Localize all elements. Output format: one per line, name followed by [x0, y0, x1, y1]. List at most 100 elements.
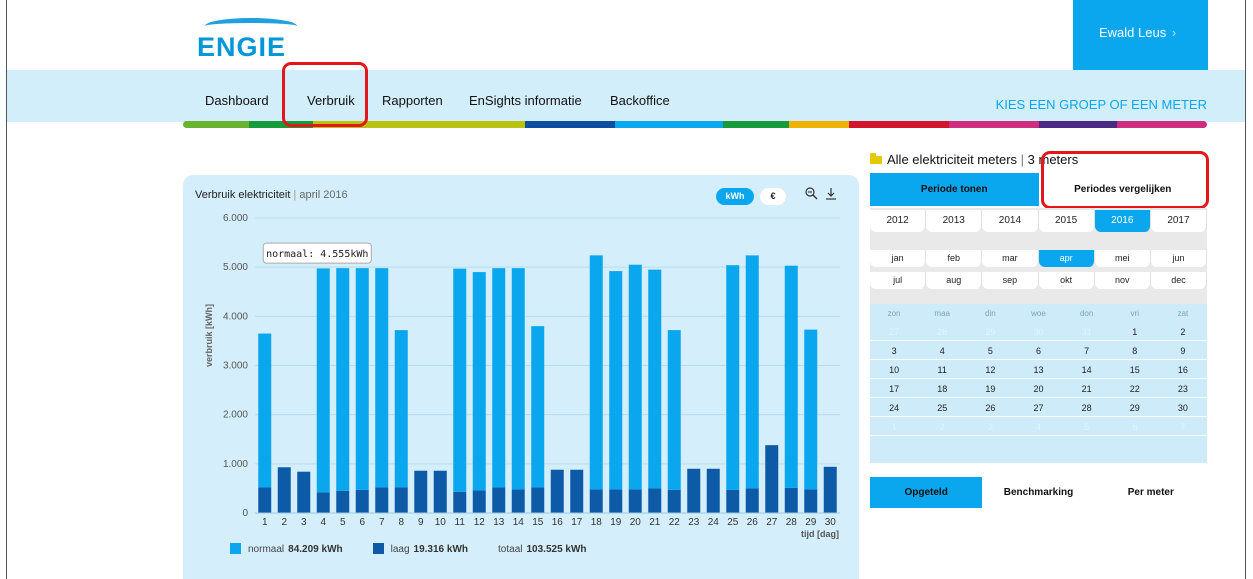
day-cell[interactable]: 4 — [918, 342, 967, 360]
bar-laag-day-15 — [531, 487, 545, 513]
year-option-2017[interactable]: 2017 — [1150, 210, 1208, 232]
day-cell[interactable]: 9 — [1158, 342, 1207, 360]
x-tick-label: 8 — [398, 517, 404, 528]
main-navigation: Dashboard Verbruik Rapporten EnSights in… — [7, 70, 1245, 122]
year-option-2015[interactable]: 2015 — [1038, 210, 1095, 232]
nav-item-dashboard[interactable]: Dashboard — [205, 93, 269, 108]
day-cell[interactable]: 20 — [1014, 380, 1063, 398]
day-cell[interactable]: 11 — [918, 361, 967, 379]
day-cell[interactable]: 16 — [1158, 361, 1207, 379]
day-cell[interactable]: 25 — [918, 399, 967, 417]
color-bar-segment — [1039, 121, 1117, 128]
day-cell[interactable]: 7 — [1062, 342, 1111, 360]
day-cell-other-month[interactable]: 31 — [1062, 323, 1111, 341]
day-cell[interactable]: 5 — [966, 342, 1015, 360]
nav-item-backoffice[interactable]: Backoffice — [610, 93, 670, 108]
bar-normaal-day-22 — [667, 330, 681, 490]
user-menu-button[interactable]: Ewald Leus › — [1073, 0, 1208, 70]
month-option-okt[interactable]: okt — [1038, 272, 1095, 289]
month-option-apr[interactable]: apr — [1038, 250, 1095, 267]
day-cell-other-month[interactable]: 2 — [918, 418, 967, 436]
day-cell-other-month[interactable]: 29 — [966, 323, 1015, 341]
day-cell-other-month[interactable]: 28 — [918, 323, 967, 341]
bar-laag-day-13 — [492, 487, 506, 513]
bar-normaal-day-8 — [394, 330, 408, 488]
meter-group-name: Alle elektriciteit meters — [887, 152, 1018, 167]
day-cell[interactable]: 27 — [1014, 399, 1063, 417]
day-cell-other-month[interactable]: 3 — [966, 418, 1015, 436]
nav-item-rapporten[interactable]: Rapporten — [382, 93, 443, 108]
day-cell[interactable]: 15 — [1110, 361, 1159, 379]
engie-logo[interactable]: ENGIE — [197, 18, 307, 62]
month-option-nov[interactable]: nov — [1094, 272, 1151, 289]
day-cell[interactable]: 24 — [870, 399, 919, 417]
month-option-aug[interactable]: aug — [926, 272, 983, 289]
day-grid: zon maa din woe don vri zat 27 28 29 30 31 1 2 3 4 5 6 7 8 9… — [870, 304, 1207, 463]
bar-laag-day-10 — [433, 470, 447, 513]
week-row: 24 25 26 27 28 29 30 — [870, 399, 1207, 417]
tab-benchmarking[interactable]: Benchmarking — [982, 477, 1095, 508]
tooltip-text: normaal: 4.555kWh — [266, 249, 368, 260]
weekday-label: zat — [1177, 309, 1189, 318]
month-option-jul[interactable]: jul — [870, 272, 927, 289]
bar-normaal-day-18 — [589, 255, 603, 490]
day-cell[interactable]: 13 — [1014, 361, 1063, 379]
day-cell[interactable]: 14 — [1062, 361, 1111, 379]
month-option-jan[interactable]: jan — [870, 250, 927, 267]
tab-periode-tonen[interactable]: Periode tonen — [870, 173, 1039, 206]
month-option-jun[interactable]: jun — [1150, 250, 1208, 267]
day-cell-other-month[interactable]: 6 — [1110, 418, 1159, 436]
year-option-2014[interactable]: 2014 — [982, 210, 1039, 232]
x-tick-label: 21 — [649, 517, 661, 528]
year-option-2013[interactable]: 2013 — [926, 210, 983, 232]
x-tick-label: 23 — [688, 517, 700, 528]
color-bar-segment — [615, 121, 723, 128]
month-option-mei[interactable]: mei — [1094, 250, 1151, 267]
color-bar-segment — [525, 121, 615, 128]
day-cell[interactable]: 23 — [1158, 380, 1207, 398]
day-cell[interactable]: 1 — [1110, 323, 1159, 341]
tab-opgeteld[interactable]: Opgeteld — [870, 477, 983, 508]
day-cell[interactable]: 29 — [1110, 399, 1159, 417]
week-row: 27 28 29 30 31 1 2 — [870, 323, 1207, 341]
bar-laag-day-1 — [258, 487, 272, 513]
day-cell-other-month[interactable]: 5 — [1062, 418, 1111, 436]
chevron-right-icon: › — [1171, 25, 1177, 40]
tab-per-meter[interactable]: Per meter — [1094, 477, 1207, 508]
day-cell[interactable]: 28 — [1062, 399, 1111, 417]
x-tick-label: 2 — [281, 517, 287, 528]
y-tick-label: 4.000 — [223, 311, 248, 322]
day-cell[interactable]: 30 — [1158, 399, 1207, 417]
day-cell[interactable]: 8 — [1110, 342, 1159, 360]
month-option-dec[interactable]: dec — [1150, 272, 1208, 289]
month-option-mar[interactable]: mar — [982, 250, 1039, 267]
day-cell[interactable]: 19 — [966, 380, 1015, 398]
chart-legend: normaal 84.209 kWh laag 19.316 kWh totaal 103… — [230, 543, 617, 555]
x-tick-label: 4 — [320, 517, 326, 528]
day-cell[interactable]: 10 — [870, 361, 919, 379]
day-cell[interactable]: 2 — [1158, 323, 1207, 341]
day-cell[interactable]: 26 — [966, 399, 1015, 417]
day-cell-other-month[interactable]: 30 — [1014, 323, 1063, 341]
day-cell[interactable]: 18 — [918, 380, 967, 398]
color-bar-segment — [849, 121, 949, 128]
user-name: Ewald Leus — [1099, 25, 1167, 40]
bar-normaal-day-25 — [726, 265, 740, 490]
year-option-2012[interactable]: 2012 — [870, 210, 927, 232]
choose-group-or-meter-link[interactable]: KIES EEN GROEP OF EEN METER — [996, 97, 1207, 112]
day-cell-other-month[interactable]: 7 — [1158, 418, 1207, 436]
nav-item-ensights-informatie[interactable]: EnSights informatie — [469, 93, 582, 108]
day-cell[interactable]: 3 — [870, 342, 919, 360]
day-cell-other-month[interactable]: 4 — [1014, 418, 1063, 436]
month-option-sep[interactable]: sep — [982, 272, 1039, 289]
day-cell[interactable]: 6 — [1014, 342, 1063, 360]
day-cell-other-month[interactable]: 1 — [870, 418, 919, 436]
day-cell[interactable]: 21 — [1062, 380, 1111, 398]
weekday-label: din — [985, 309, 996, 318]
day-cell[interactable]: 17 — [870, 380, 919, 398]
day-cell[interactable]: 12 — [966, 361, 1015, 379]
year-option-2016[interactable]: 2016 — [1094, 210, 1151, 232]
day-cell[interactable]: 22 — [1110, 380, 1159, 398]
month-option-feb[interactable]: feb — [926, 250, 983, 267]
day-cell-other-month[interactable]: 27 — [870, 323, 919, 341]
